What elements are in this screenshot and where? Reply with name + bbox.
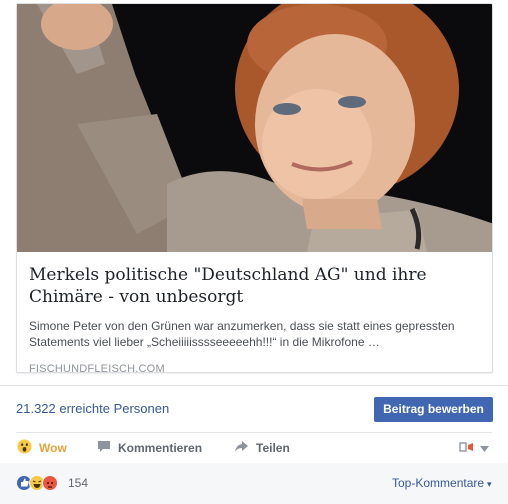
link-preview-card[interactable]: Merkels politische "Deutschland AG" und … [16,3,493,373]
comment-button[interactable]: Kommentieren [97,440,202,456]
link-caption: Merkels politische "Deutschland AG" und … [17,252,492,373]
angry-reaction-icon [42,475,58,491]
article-image[interactable] [17,4,492,252]
comment-label: Kommentieren [118,441,203,455]
chevron-down-icon [480,441,489,455]
comment-sort-label: Top-Kommentare [392,476,485,490]
article-domain: FISCHUNDFLEISCH.COM [29,363,165,373]
reactions-summary: 154 Top-Kommentare ▾ [0,463,508,504]
boost-post-button[interactable]: Beitrag bewerben [374,397,493,422]
post-insights-bar: 21.322 erreichte Personen Beitrag bewerb… [0,386,508,432]
share-button[interactable]: Teilen [234,440,290,456]
share-icon [234,440,249,456]
reaction-count[interactable]: 154 [68,476,88,490]
reach-count[interactable]: 21.322 erreichte Personen [16,401,169,416]
post-attachment-area: Merkels politische "Deutschland AG" und … [0,0,508,384]
audience-selector[interactable] [459,440,489,456]
wow-icon [17,439,32,457]
article-description: Simone Peter von den Grünen war anzumerk… [29,319,455,349]
reaction-icons[interactable] [16,475,58,491]
article-headline[interactable]: Merkels politische "Deutschland AG" und … [29,264,482,308]
comment-sort-selector[interactable]: Top-Kommentare ▾ [392,476,492,490]
post-actions-bar: Wow Kommentieren Teilen [0,432,508,462]
wow-reaction-button[interactable]: Wow [17,439,67,457]
share-label: Teilen [256,441,290,455]
chevron-down-icon: ▾ [487,479,492,489]
comment-icon [97,440,111,456]
page-audience-icon [459,441,475,456]
wow-label: Wow [39,441,67,455]
